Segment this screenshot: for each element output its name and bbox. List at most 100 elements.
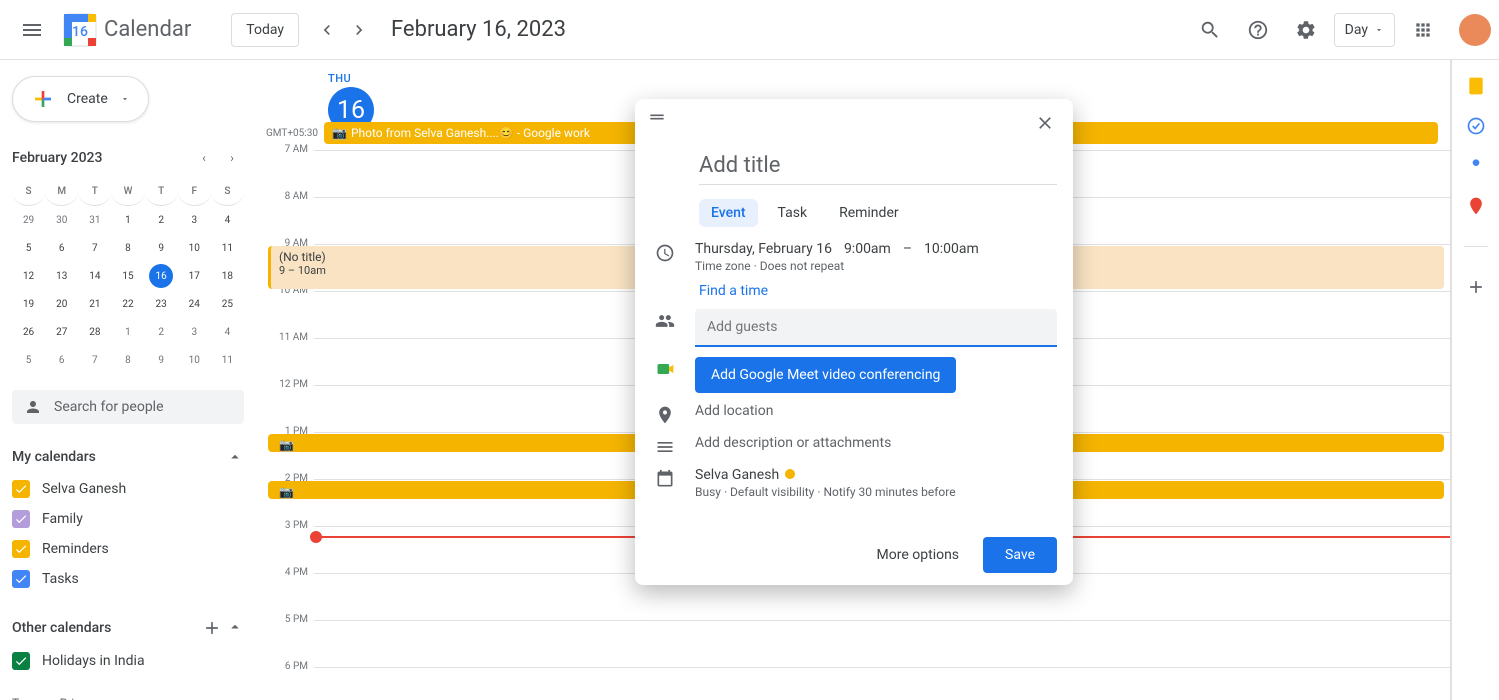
- mini-day[interactable]: 26: [12, 318, 45, 346]
- mini-day[interactable]: 4: [211, 318, 244, 346]
- add-meet-button[interactable]: Add Google Meet video conferencing: [695, 357, 956, 393]
- prev-button[interactable]: [311, 14, 343, 46]
- mini-day[interactable]: 10: [178, 346, 211, 374]
- mini-day[interactable]: 8: [111, 234, 144, 262]
- tasks-icon[interactable]: [1466, 116, 1486, 136]
- mini-day[interactable]: 14: [78, 262, 111, 290]
- add-panel-icon[interactable]: [1466, 277, 1486, 297]
- mini-day[interactable]: 1: [111, 318, 144, 346]
- mini-day[interactable]: 18: [211, 262, 244, 290]
- mini-day[interactable]: 22: [111, 290, 144, 318]
- day-weekday-label: THU: [328, 72, 374, 85]
- maps-icon[interactable]: [1466, 196, 1486, 216]
- drag-handle-icon[interactable]: [647, 107, 667, 139]
- mini-day[interactable]: 25: [211, 290, 244, 318]
- mini-day[interactable]: 5: [12, 234, 45, 262]
- search-button[interactable]: [1190, 10, 1230, 50]
- mini-prev-button[interactable]: ‹: [192, 146, 216, 170]
- privacy-link[interactable]: Privacy: [60, 696, 99, 700]
- mini-day[interactable]: 19: [12, 290, 45, 318]
- hour-row[interactable]: 5 PM: [314, 620, 1450, 667]
- mini-day[interactable]: 24: [178, 290, 211, 318]
- mini-day[interactable]: 20: [45, 290, 78, 318]
- calendar-item[interactable]: Tasks: [12, 564, 244, 594]
- apps-button[interactable]: [1403, 10, 1443, 50]
- mini-day[interactable]: 7: [78, 234, 111, 262]
- mini-day[interactable]: 3: [178, 318, 211, 346]
- mini-day[interactable]: 30: [45, 206, 78, 234]
- other-calendars-header[interactable]: Other calendars: [12, 610, 244, 646]
- event-title-input[interactable]: [699, 147, 1057, 185]
- calendar-checkbox[interactable]: [12, 652, 30, 670]
- popup-tab-event[interactable]: Event: [699, 199, 758, 227]
- timezone-repeat[interactable]: Time zone · Does not repeat: [695, 259, 1057, 273]
- popup-tab-task[interactable]: Task: [766, 199, 820, 227]
- my-calendars-header[interactable]: My calendars: [12, 440, 244, 474]
- mini-day[interactable]: 2: [145, 318, 178, 346]
- mini-day[interactable]: 1: [111, 206, 144, 234]
- calendar-item[interactable]: Reminders: [12, 534, 244, 564]
- popup-tab-reminder[interactable]: Reminder: [827, 199, 911, 227]
- mini-day[interactable]: 15: [111, 262, 144, 290]
- more-options-button[interactable]: More options: [865, 539, 972, 571]
- mini-day[interactable]: 17: [178, 262, 211, 290]
- calendar-item[interactable]: Family: [12, 504, 244, 534]
- calendar-item[interactable]: Selva Ganesh: [12, 474, 244, 504]
- calendar-checkbox[interactable]: [12, 480, 30, 498]
- account-avatar[interactable]: [1459, 14, 1491, 46]
- mini-day[interactable]: 23: [145, 290, 178, 318]
- mini-day[interactable]: 8: [111, 346, 144, 374]
- mini-day[interactable]: 13: [45, 262, 78, 290]
- mini-day[interactable]: 2: [145, 206, 178, 234]
- calendar-checkbox[interactable]: [12, 540, 30, 558]
- next-button[interactable]: [343, 14, 375, 46]
- mini-day[interactable]: 31: [78, 206, 111, 234]
- mini-day[interactable]: 7: [78, 346, 111, 374]
- event-start[interactable]: 9:00am: [844, 241, 891, 257]
- mini-day[interactable]: 6: [45, 234, 78, 262]
- mini-day[interactable]: 6: [45, 346, 78, 374]
- mini-day[interactable]: 10: [178, 234, 211, 262]
- settings-button[interactable]: [1286, 10, 1326, 50]
- add-guests-input[interactable]: [695, 309, 1057, 347]
- add-location[interactable]: Add location: [695, 403, 1057, 419]
- gear-icon: [1295, 19, 1317, 41]
- mini-day[interactable]: 3: [178, 206, 211, 234]
- mini-day[interactable]: 28: [78, 318, 111, 346]
- find-time-link[interactable]: Find a time: [699, 283, 1057, 299]
- add-icon[interactable]: [202, 618, 222, 638]
- event-end[interactable]: 10:00am: [924, 241, 979, 257]
- mini-day[interactable]: 5: [12, 346, 45, 374]
- mini-day[interactable]: 27: [45, 318, 78, 346]
- mini-day[interactable]: 11: [211, 234, 244, 262]
- keep-icon[interactable]: [1466, 76, 1486, 96]
- terms-link[interactable]: Terms: [12, 696, 46, 700]
- calendar-item[interactable]: Holidays in India: [12, 646, 244, 676]
- mini-day[interactable]: 11: [211, 346, 244, 374]
- contacts-icon[interactable]: [1466, 156, 1486, 176]
- calendar-checkbox[interactable]: [12, 510, 30, 528]
- search-people-input[interactable]: Search for people: [12, 390, 244, 424]
- mini-day[interactable]: 4: [211, 206, 244, 234]
- event-date[interactable]: Thursday, February 16: [695, 241, 832, 257]
- add-description[interactable]: Add description or attachments: [695, 435, 1057, 451]
- create-button[interactable]: Create: [12, 76, 149, 122]
- today-button[interactable]: Today: [231, 13, 299, 47]
- search-people-placeholder: Search for people: [54, 399, 164, 415]
- close-button[interactable]: [1029, 107, 1061, 139]
- mini-next-button[interactable]: ›: [220, 146, 244, 170]
- main-menu-button[interactable]: [8, 6, 56, 54]
- mini-day[interactable]: 9: [145, 234, 178, 262]
- save-button[interactable]: Save: [983, 537, 1057, 573]
- mini-day[interactable]: 21: [78, 290, 111, 318]
- busy-visibility[interactable]: Busy · Default visibility · Notify 30 mi…: [695, 485, 1057, 499]
- mini-day[interactable]: 29: [12, 206, 45, 234]
- mini-day[interactable]: 12: [12, 262, 45, 290]
- support-button[interactable]: [1238, 10, 1278, 50]
- hour-row[interactable]: 6 PM: [314, 667, 1450, 700]
- view-selector[interactable]: Day: [1334, 13, 1395, 47]
- mini-day-today[interactable]: 16: [149, 264, 173, 288]
- calendar-checkbox[interactable]: [12, 570, 30, 588]
- create-label: Create: [67, 91, 108, 107]
- mini-day[interactable]: 9: [145, 346, 178, 374]
